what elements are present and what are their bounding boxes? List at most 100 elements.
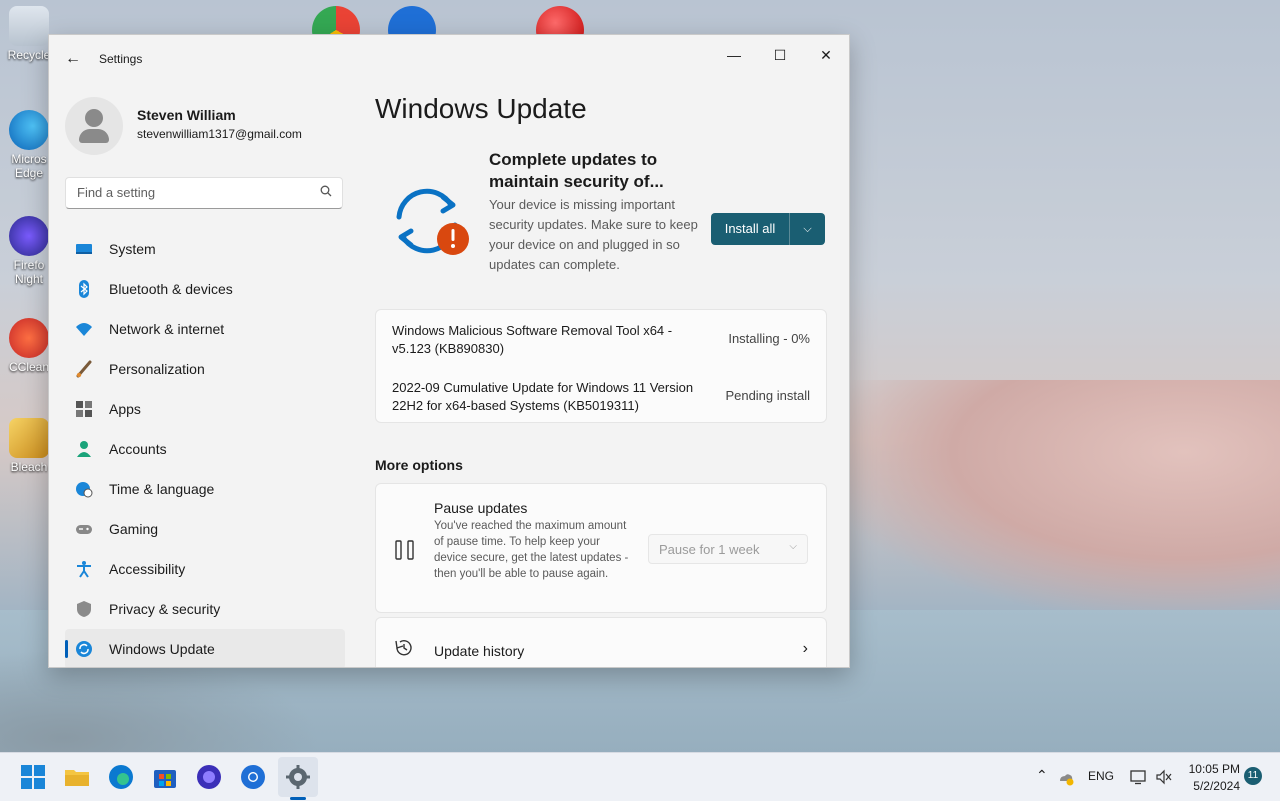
sidebar-item-label: Network & internet (109, 321, 225, 337)
speaker-muted-icon[interactable] (1156, 769, 1172, 785)
avatar (65, 97, 123, 155)
bluetooth-icon (79, 280, 89, 298)
sidebar-item-accessibility[interactable]: Accessibility (65, 549, 345, 589)
update-sync-warning-icon (396, 188, 469, 255)
install-all-button[interactable]: Install all (711, 213, 789, 245)
clock[interactable]: 10:05 PM 5/2/2024 (1180, 761, 1240, 795)
sidebar-item-label: Accounts (109, 441, 167, 457)
paintbrush-icon (76, 360, 92, 378)
chevron-right-icon: › (802, 640, 808, 657)
pause-description: You've reached the maximum amount of pau… (434, 520, 629, 580)
sidebar-item-label: Gaming (109, 521, 159, 537)
sidebar-item-network[interactable]: Network & internet (65, 309, 345, 349)
sidebar-item-label: System (109, 241, 156, 257)
sidebar-item-label: Windows Update (109, 641, 215, 657)
ccleaner-desktop-icon[interactable]: CClean (6, 318, 52, 374)
back-button[interactable]: ← (63, 49, 83, 69)
firefox-nightly-icon (9, 216, 49, 256)
update-name: 2022-09 Cumulative Update for Windows 11… (392, 380, 694, 413)
sidebar-item-apps[interactable]: Apps (65, 389, 345, 429)
chromium-icon[interactable] (239, 763, 267, 791)
main-content: Windows Update Complete updates to maint… (375, 35, 849, 667)
update-history-row[interactable]: Update history › (375, 617, 827, 667)
update-status: Pending install (725, 388, 810, 403)
start-button[interactable] (19, 763, 47, 791)
updates-list: Windows Malicious Software Removal Tool … (375, 309, 827, 423)
search-icon (320, 185, 332, 197)
broom-icon (9, 418, 49, 458)
gamepad-icon (76, 525, 92, 534)
wallpaper-hill (820, 380, 1280, 620)
store-icon[interactable] (151, 763, 179, 791)
chevron-up-icon[interactable]: ⌃ (1036, 767, 1048, 784)
globe-clock-icon (76, 482, 93, 498)
ccleaner-icon (9, 318, 49, 358)
windows-update-icon (76, 641, 92, 657)
sidebar-item-label: Bluetooth & devices (109, 281, 233, 297)
search-box[interactable] (65, 177, 343, 209)
pause-updates-card: Pause updates You've reached the maximum… (375, 483, 827, 613)
app-title: Settings (99, 52, 143, 66)
sidebar-nav: System Bluetooth & devices Network & int… (65, 229, 345, 667)
sidebar-item-personalization[interactable]: Personalization (65, 349, 345, 389)
status-heading: Complete updates to maintain security of… (489, 150, 664, 191)
sidebar-item-label: Accessibility (109, 561, 186, 577)
apps-icon (76, 401, 92, 417)
update-status: Installing - 0% (728, 331, 810, 346)
desktop-icon-label: Firefo Night (13, 258, 45, 286)
desktop-icon-label: Recycle (7, 48, 51, 62)
sidebar-item-system[interactable]: System (65, 229, 345, 269)
sidebar-item-bluetooth[interactable]: Bluetooth & devices (65, 269, 345, 309)
clock-time: 10:05 PM (1188, 762, 1240, 776)
history-icon (395, 640, 412, 656)
update-name: Windows Malicious Software Removal Tool … (392, 323, 673, 356)
dropdown-value: Pause for 1 week (659, 542, 760, 557)
clock-date: 5/2/2024 (1193, 779, 1240, 793)
shield-icon (77, 601, 91, 617)
notification-badge[interactable]: 11 (1244, 767, 1262, 785)
display-icon[interactable] (1130, 769, 1146, 785)
accessibility-icon (77, 561, 91, 578)
desktop-icon-label: Bleach (10, 460, 48, 474)
sidebar-item-accounts[interactable]: Accounts (65, 429, 345, 469)
sidebar-item-label: Privacy & security (109, 601, 221, 617)
language-indicator[interactable]: ENG (1088, 769, 1114, 783)
pause-duration-dropdown[interactable]: Pause for 1 week ⌵ (648, 534, 808, 564)
sidebar-item-gaming[interactable]: Gaming (65, 509, 345, 549)
edge-desktop-icon[interactable]: Micros Edge (6, 110, 52, 180)
chevron-down-icon: ⌵ (789, 541, 797, 552)
sidebar-item-label: Time & language (109, 481, 215, 497)
bleachbit-desktop-icon[interactable]: Bleach (6, 418, 52, 474)
list-item: 2022-09 Cumulative Update for Windows 11… (376, 369, 826, 421)
edge-icon (9, 110, 49, 150)
file-explorer-icon[interactable] (63, 763, 91, 791)
pause-title: Pause updates (434, 500, 528, 516)
search-input[interactable] (75, 184, 309, 201)
update-history-label: Update history (434, 643, 525, 659)
sidebar-item-privacy-security[interactable]: Privacy & security (65, 589, 345, 629)
desktop-icon-label: CClean (8, 360, 50, 374)
pause-icon (395, 540, 414, 560)
settings-gear-icon[interactable] (284, 763, 312, 791)
recycle-bin-icon (9, 6, 49, 46)
sidebar-item-label: Personalization (109, 361, 205, 377)
onedrive-warning-icon[interactable] (1058, 770, 1074, 786)
sidebar-item-windows-update[interactable]: Windows Update (65, 629, 345, 667)
settings-window: ← Settings — ☐ ✕ Steven William stevenwi… (48, 34, 850, 668)
edge-icon[interactable] (107, 763, 135, 791)
taskbar: ⌃ ENG 10:05 PM 5/2/2024 11 (0, 752, 1280, 801)
recycle-bin-desktop-icon[interactable]: Recycle (6, 6, 52, 62)
install-all-split-button: Install all ⌵ (711, 213, 825, 245)
desktop-icon-label: Micros Edge (11, 152, 47, 180)
accounts-icon (77, 441, 91, 457)
user-email: stevenwilliam1317@gmail.com (137, 127, 302, 141)
page-title: Windows Update (375, 93, 587, 124)
chevron-down-icon[interactable]: ⌵ (790, 213, 825, 245)
more-options-heading: More options (375, 457, 463, 473)
firefox-nightly-desktop-icon[interactable]: Firefo Night (6, 216, 52, 286)
sidebar-item-time-language[interactable]: Time & language (65, 469, 345, 509)
list-item: Windows Malicious Software Removal Tool … (376, 312, 826, 364)
firefox-nightly-icon[interactable] (195, 763, 223, 791)
sidebar-item-label: Apps (109, 401, 141, 417)
status-description: Your device is missing important securit… (489, 197, 698, 272)
